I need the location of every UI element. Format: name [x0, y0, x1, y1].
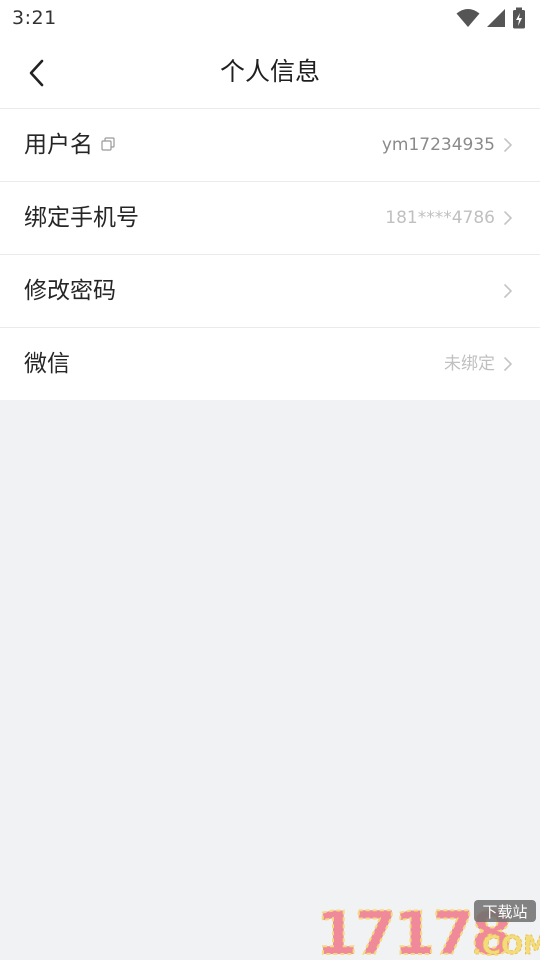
wechat-status-value: 未绑定 — [444, 354, 495, 374]
row-username[interactable]: 用户名 ym17234935 — [0, 108, 540, 181]
watermark-logo: 17178 下载站 .COM — [315, 898, 540, 960]
chevron-right-icon — [504, 211, 512, 225]
row-label: 用户名 — [24, 109, 115, 181]
chevron-right-icon — [504, 138, 512, 152]
chevron-right-icon — [504, 357, 512, 371]
change-password-label: 修改密码 — [24, 278, 116, 304]
copy-icon[interactable] — [101, 136, 115, 151]
status-bar: 3:21 — [0, 0, 540, 36]
wifi-icon — [456, 9, 480, 27]
row-bind-phone[interactable]: 绑定手机号 181****4786 — [0, 181, 540, 254]
username-label: 用户名 — [24, 132, 93, 158]
phone-value: 181****4786 — [385, 208, 495, 228]
watermark-com: .COM — [472, 931, 540, 960]
battery-charging-icon — [513, 7, 525, 29]
nav-bar: 个人信息 — [0, 36, 540, 108]
watermark-badge: 下载站 — [482, 903, 527, 921]
status-time: 3:21 — [12, 7, 57, 29]
row-wechat[interactable]: 微信 未绑定 — [0, 327, 540, 400]
profile-list: 用户名 ym17234935 绑定手机号 181****4786 修改密码 微信… — [0, 108, 540, 400]
status-icons — [456, 7, 526, 29]
row-change-password[interactable]: 修改密码 — [0, 254, 540, 327]
chevron-right-icon — [504, 284, 512, 298]
username-value: ym17234935 — [381, 135, 495, 155]
wechat-label: 微信 — [24, 351, 70, 377]
page-title: 个人信息 — [219, 57, 320, 86]
signal-icon — [487, 9, 505, 27]
bind-phone-label: 绑定手机号 — [24, 205, 139, 231]
